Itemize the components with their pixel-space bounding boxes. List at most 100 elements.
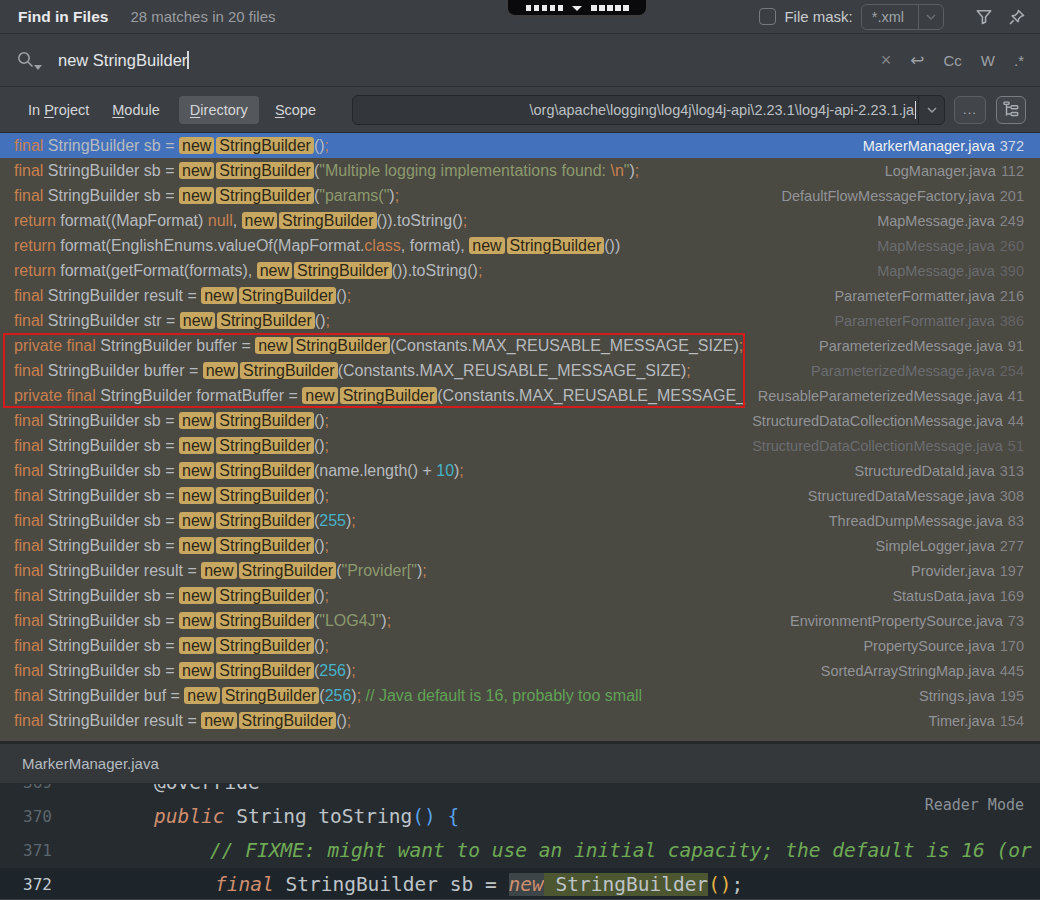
regex-toggle[interactable]: .*: [1014, 52, 1024, 69]
whole-words-toggle[interactable]: W: [981, 52, 995, 69]
result-file-label: Provider.java197: [911, 563, 1024, 579]
result-file-label: StructuredDataId.java313: [855, 463, 1024, 479]
result-row[interactable]: return format((MapFormat) null, newStrin…: [0, 208, 1040, 233]
screen-ruler-overlay: [506, 0, 648, 17]
directory-structure-button[interactable]: [996, 96, 1026, 124]
scope-bar: In Project Module Directory Scope \org\apac…: [0, 87, 1040, 133]
result-row[interactable]: final StringBuilder sb = newStringBuilde…: [0, 533, 1040, 558]
pin-icon[interactable]: [1008, 8, 1026, 26]
result-row[interactable]: final StringBuilder sb = newStringBuilde…: [0, 508, 1040, 533]
result-code: final StringBuilder sb = newStringBuilde…: [14, 487, 798, 505]
result-code: final StringBuilder str = newStringBuild…: [14, 312, 824, 330]
editor-line-371: 371// FIXME: might want to use an initia…: [0, 834, 1040, 868]
editor-code: @Override: [62, 784, 260, 800]
scope-tab-module[interactable]: Module: [112, 102, 160, 118]
dialog-header: Find in Files 28 matches in 20 files Fil…: [0, 0, 1040, 34]
ruler-arrow-icon: [572, 6, 582, 11]
chevron-down-icon[interactable]: [918, 5, 943, 29]
result-row[interactable]: private final StringBuilder formatBuffer…: [0, 383, 1040, 408]
result-row[interactable]: final StringBuilder str = newStringBuild…: [0, 308, 1040, 333]
result-file-label: PropertySource.java170: [863, 638, 1024, 654]
result-row[interactable]: final StringBuilder sb = newStringBuilde…: [0, 483, 1040, 508]
result-code: final StringBuilder sb = newStringBuilde…: [14, 437, 742, 455]
file-mask-label: File mask:: [784, 8, 852, 25]
path-caret: [915, 101, 917, 119]
result-code: final StringBuilder buf = newStringBuild…: [14, 687, 909, 705]
line-number: 372: [0, 868, 52, 899]
result-code: final StringBuilder result = newStringBu…: [14, 287, 824, 305]
file-mask-combo[interactable]: *.xml: [861, 4, 944, 30]
directory-path-field[interactable]: \org\apache\logging\log4j\log4j-api\2.23…: [352, 95, 945, 125]
insert-newline-icon[interactable]: ↩: [910, 50, 924, 71]
result-file-label: MapMessage.java390: [877, 263, 1024, 279]
result-row[interactable]: private final StringBuilder buffer = new…: [0, 333, 1040, 358]
result-code: final StringBuilder sb = newStringBuilde…: [14, 137, 853, 155]
result-row[interactable]: final StringBuilder sb = newStringBuilde…: [0, 133, 1040, 158]
result-code: return format(getFormat(formats), newStr…: [14, 262, 867, 280]
result-row[interactable]: final StringBuilder result = newStringBu…: [0, 558, 1040, 583]
scope-tab-directory[interactable]: Directory: [179, 96, 259, 124]
result-code: final StringBuilder buffer = newStringBu…: [14, 362, 801, 380]
result-code: return format((MapFormat) null, newStrin…: [14, 212, 867, 230]
match-summary: 28 matches in 20 files: [130, 8, 275, 25]
preview-filename: MarkerManager.java: [22, 755, 159, 772]
browse-directory-button[interactable]: ...: [954, 96, 986, 124]
result-row[interactable]: return format(EnglishEnums.valueOf(MapFo…: [0, 233, 1040, 258]
result-code: final StringBuilder sb = newStringBuilde…: [14, 512, 819, 530]
result-code: final StringBuilder sb = newStringBuilde…: [14, 162, 875, 180]
result-row[interactable]: final StringBuilder result = newStringBu…: [0, 708, 1040, 733]
result-code: return format(EnglishEnums.valueOf(MapFo…: [14, 237, 867, 255]
clear-search-icon[interactable]: ×: [881, 50, 892, 71]
file-mask-value: *.xml: [862, 9, 918, 25]
path-chevron-down-icon[interactable]: [918, 96, 944, 124]
line-number: 371: [0, 834, 52, 868]
result-file-label: SortedArrayStringMap.java445: [821, 663, 1024, 679]
result-row[interactable]: final StringBuilder sb = newStringBuilde…: [0, 458, 1040, 483]
search-icon[interactable]: [16, 50, 42, 70]
result-file-label: StructuredDataCollectionMessage.java44: [752, 413, 1024, 429]
scope-tab-in-project[interactable]: In Project: [28, 102, 89, 118]
result-row[interactable]: final StringBuilder sb = newStringBuilde…: [0, 408, 1040, 433]
result-row[interactable]: final StringBuilder sb = newStringBuilde…: [0, 658, 1040, 683]
result-row[interactable]: return format(getFormat(formats), newStr…: [0, 258, 1040, 283]
ruler-ticks-right: [591, 5, 629, 12]
result-row[interactable]: final StringBuilder result = newStringBu…: [0, 283, 1040, 308]
code-preview-editor[interactable]: 369@Override370public String toString() …: [0, 784, 1040, 899]
search-input[interactable]: new StringBuilder: [58, 51, 189, 70]
directory-path-value: \org\apache\logging\log4j\log4j-api\2.23…: [529, 96, 914, 124]
result-file-label: ParameterizedMessage.java254: [811, 363, 1024, 379]
result-code: final StringBuilder sb = newStringBuilde…: [14, 462, 845, 480]
search-bar: new StringBuilder × ↩ Cc W .*: [0, 34, 1040, 87]
result-file-label: LogManager.java112: [885, 163, 1024, 179]
file-mask-checkbox[interactable]: [759, 8, 776, 25]
result-row[interactable]: final StringBuilder sb = newStringBuilde…: [0, 158, 1040, 183]
dialog-title: Find in Files: [18, 8, 108, 26]
result-file-label: Timer.java154: [928, 713, 1024, 729]
result-code: final StringBuilder result = newStringBu…: [14, 712, 918, 730]
result-file-label: DefaultFlowMessageFactory.java201: [782, 188, 1025, 204]
result-row[interactable]: final StringBuilder sb = newStringBuilde…: [0, 583, 1040, 608]
result-file-label: ParameterizedMessage.java91: [819, 338, 1024, 354]
reader-mode-label[interactable]: Reader Mode: [925, 796, 1024, 814]
result-code: final StringBuilder sb = newStringBuilde…: [14, 537, 865, 555]
scope-tab-scope[interactable]: Scope: [275, 102, 316, 118]
result-file-label: MapMessage.java260: [877, 238, 1024, 254]
result-code: final StringBuilder sb = newStringBuilde…: [14, 662, 811, 680]
editor-line-369: 369 @Override: [0, 784, 1040, 800]
result-file-label: StatusData.java169: [892, 588, 1024, 604]
result-row[interactable]: final StringBuilder buf = newStringBuild…: [0, 683, 1040, 708]
preview-header: MarkerManager.java: [0, 744, 1040, 784]
result-row[interactable]: final StringBuilder sb = newStringBuilde…: [0, 608, 1040, 633]
results-list: final StringBuilder sb = newStringBuilde…: [0, 133, 1040, 741]
match-case-toggle[interactable]: Cc: [943, 52, 961, 69]
line-number: 370: [0, 800, 52, 834]
result-row[interactable]: final StringBuilder buffer = newStringBu…: [0, 358, 1040, 383]
result-code: final StringBuilder sb = newStringBuilde…: [14, 412, 742, 430]
ruler-ticks-left: [526, 5, 564, 12]
result-row[interactable]: final StringBuilder sb = newStringBuilde…: [0, 433, 1040, 458]
result-row[interactable]: final StringBuilder sb = newStringBuilde…: [0, 183, 1040, 208]
result-code: final StringBuilder sb = newStringBuilde…: [14, 612, 780, 630]
result-row[interactable]: final StringBuilder sb = newStringBuilde…: [0, 633, 1040, 658]
line-number: 369: [0, 784, 52, 800]
filter-icon[interactable]: [975, 8, 993, 26]
